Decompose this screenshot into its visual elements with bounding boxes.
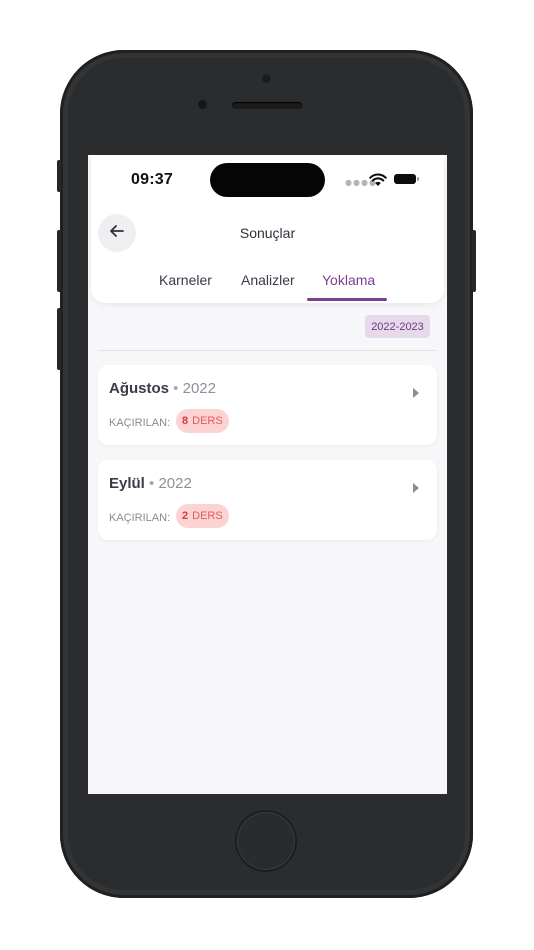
active-tab-indicator (307, 298, 387, 301)
missed-count-badge: 2 DERS (176, 504, 229, 528)
mute-switch (57, 160, 61, 192)
tab-analizler[interactable]: Analizler (241, 272, 295, 288)
volume-up-button (57, 230, 61, 292)
missed-count-badge: 8 DERS (176, 409, 229, 433)
month-card-eylul[interactable]: Eylül • 2022 KAÇIRILAN: 2 DERS (98, 460, 437, 540)
divider (99, 350, 436, 351)
tab-karneler[interactable]: Karneler (159, 272, 212, 288)
wifi-icon (369, 172, 387, 191)
chevron-right-icon (413, 383, 419, 402)
month-separator: • (173, 380, 179, 397)
battery-icon (394, 174, 419, 184)
month-card-agustos[interactable]: Ağustos • 2022 KAÇIRILAN: 8 DERS (98, 365, 437, 445)
missed-label: KAÇIRILAN: (109, 417, 171, 429)
page-title: Sonuçlar (239, 225, 296, 241)
month-heading: Ağustos • 2022 (109, 380, 216, 397)
year-filter-badge[interactable]: 2022-2023 (365, 315, 430, 338)
month-separator: • (149, 475, 155, 492)
volume-down-button (57, 308, 61, 370)
app-screen: 09:37 ●●●● Sonuçlar Karneler Analizler Y… (88, 155, 447, 794)
missed-count: 2 (182, 510, 189, 522)
month-name: Ağustos (109, 380, 169, 397)
chevron-right-icon (413, 478, 419, 497)
tab-yoklama[interactable]: Yoklama (322, 272, 375, 288)
tab-bar: Karneler Analizler Yoklama (88, 272, 447, 302)
dynamic-island (210, 163, 325, 197)
missed-unit: DERS (192, 415, 223, 427)
home-button[interactable] (235, 810, 297, 872)
month-year: 2022 (158, 475, 192, 492)
missed-count: 8 (182, 415, 189, 427)
proximity-sensor (262, 74, 271, 83)
front-camera (198, 100, 207, 109)
earpiece-speaker (232, 102, 302, 109)
status-time: 09:37 (131, 171, 173, 188)
month-heading: Eylül • 2022 (109, 475, 192, 492)
power-button (472, 230, 476, 292)
missed-label: KAÇIRILAN: (109, 512, 171, 524)
missed-unit: DERS (192, 510, 223, 522)
month-name: Eylül (109, 475, 145, 492)
month-year: 2022 (182, 380, 216, 397)
